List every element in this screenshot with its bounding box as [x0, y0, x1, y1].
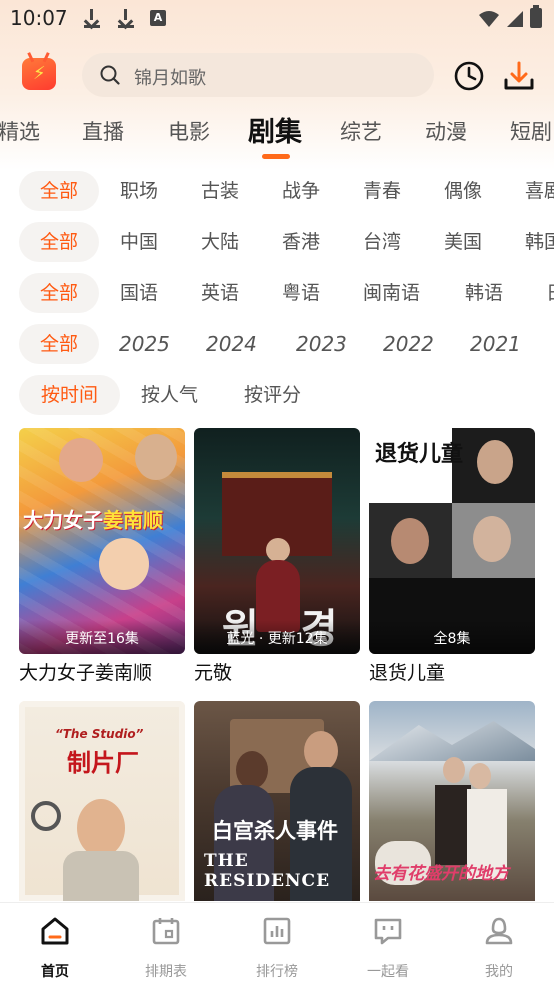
nav-label: 排行榜: [256, 964, 298, 980]
search-placeholder: 锦月如歌: [134, 68, 206, 89]
show-card[interactable]: 去有花盛开的地方: [369, 701, 535, 901]
filter-row-genre: 全部 职场 古装 战争 青春 偶像 喜剧: [0, 171, 554, 211]
filter-chip[interactable]: 中国: [120, 222, 158, 262]
filter-chip[interactable]: 韩国: [525, 222, 554, 262]
status-time: 10:07: [10, 6, 68, 30]
nav-label: 一起看: [367, 964, 409, 980]
profile-icon: [485, 917, 513, 945]
filter-chip[interactable]: 喜剧: [525, 171, 554, 211]
text-notification-icon: A: [150, 10, 166, 26]
filter-chip[interactable]: 韩语: [465, 273, 503, 313]
home-icon: [41, 917, 69, 945]
battery-icon: [530, 5, 542, 28]
filter-chip[interactable]: 古装: [201, 171, 239, 211]
filter-chip[interactable]: 偶像: [444, 171, 482, 211]
filter-chip[interactable]: 粤语: [282, 273, 320, 313]
filter-chip[interactable]: 国语: [120, 273, 158, 313]
download-icon[interactable]: [503, 60, 535, 92]
filter-chip[interactable]: 2024: [206, 324, 257, 364]
active-tab-indicator: [262, 154, 290, 159]
filter-chip[interactable]: 大陆: [201, 222, 239, 262]
show-poster: 白宫杀人事件 THE RESIDENCE: [194, 701, 360, 901]
chat-icon: [374, 918, 402, 945]
calendar-icon: [152, 918, 180, 945]
history-icon[interactable]: [453, 60, 485, 92]
filter-chip[interactable]: 职场: [120, 171, 158, 211]
filter-row-region: 全部 中国 大陆 香港 台湾 美国 韩国: [0, 222, 554, 262]
episode-badge: 更新至16集: [19, 620, 185, 654]
filter-chip[interactable]: 2023: [296, 324, 347, 364]
filter-chip[interactable]: 日: [546, 273, 554, 313]
filter-chip[interactable]: 青春: [363, 171, 401, 211]
show-card[interactable]: 白宫杀人事件 THE RESIDENCE: [194, 701, 360, 901]
show-poster: 退货儿童 全8集: [369, 428, 535, 654]
show-title: 大力女子姜南顺: [19, 662, 153, 684]
sort-chip[interactable]: 按评分: [244, 375, 301, 415]
filter-chip[interactable]: 2021: [470, 324, 521, 364]
nav-schedule[interactable]: 排期表: [116, 915, 216, 981]
signal-icon: [507, 11, 523, 27]
nav-home[interactable]: 首页: [5, 915, 105, 981]
bottom-navigation: 首页 排期表 排行榜 一起看 我的: [0, 902, 554, 984]
wifi-icon: [479, 11, 499, 27]
filter-chip[interactable]: 2025: [119, 324, 170, 364]
tab-anime[interactable]: 动漫: [425, 116, 467, 146]
poster-title-text: 退货儿童: [375, 441, 464, 467]
filter-chip[interactable]: 英语: [201, 273, 239, 313]
episode-badge: 蓝光 · 更新12集: [194, 620, 360, 654]
nav-label: 首页: [41, 964, 69, 980]
show-card[interactable]: “The Studio” 制片厂: [19, 701, 185, 901]
filter-chip[interactable]: 香港: [282, 222, 320, 262]
poster-title-text: 制片厂: [67, 749, 139, 777]
sort-chip[interactable]: 按人气: [141, 375, 198, 415]
show-poster: 大力女子姜南顺 更新至16集: [19, 428, 185, 654]
filter-row-sort: 按时间 按人气 按评分: [0, 375, 554, 415]
filter-chip[interactable]: 美国: [444, 222, 482, 262]
nav-ranking[interactable]: 排行榜: [227, 915, 327, 981]
filter-chip[interactable]: 全部: [19, 171, 99, 211]
nav-profile[interactable]: 我的: [449, 915, 549, 981]
episode-badge: 全8集: [369, 620, 535, 654]
filter-chip[interactable]: 全部: [19, 273, 99, 313]
nav-label: 排期表: [145, 964, 187, 980]
filter-row-year: 全部 2025 2024 2023 2022 2021: [0, 324, 554, 364]
tab-live[interactable]: 直播: [82, 116, 124, 146]
filter-chip[interactable]: 全部: [19, 324, 99, 364]
search-icon: [100, 65, 120, 85]
nav-label: 我的: [485, 964, 513, 980]
tab-short-drama[interactable]: 短剧: [510, 116, 552, 146]
show-poster: 去有花盛开的地方: [369, 701, 535, 901]
nav-watch-together[interactable]: 一起看: [338, 915, 438, 981]
sort-chip[interactable]: 按时间: [19, 375, 120, 415]
filter-chip[interactable]: 全部: [19, 222, 99, 262]
show-poster: 원 경 蓝光 · 更新12集: [194, 428, 360, 654]
ranking-icon: [263, 917, 291, 945]
app-logo[interactable]: ⚡: [22, 58, 56, 90]
show-card[interactable]: 退货儿童 全8集 退货儿童: [369, 428, 535, 685]
category-tabs: 精选 直播 电影 剧集 综艺 动漫 短剧: [0, 110, 554, 160]
filter-row-language: 全部 国语 英语 粤语 闽南语 韩语 日: [0, 273, 554, 313]
tab-featured[interactable]: 精选: [0, 116, 40, 146]
filter-chip[interactable]: 台湾: [363, 222, 401, 262]
filter-chip[interactable]: 战争: [282, 171, 320, 211]
status-bar: 10:07 A: [0, 0, 554, 38]
poster-title-text: 去有花盛开的地方: [373, 864, 509, 884]
tab-movies[interactable]: 电影: [168, 116, 210, 146]
poster-title-text: 白宫杀人事件: [212, 818, 338, 843]
show-title: 退货儿童: [369, 662, 446, 684]
poster-subtitle: THE RESIDENCE: [204, 851, 331, 891]
show-card[interactable]: 大力女子姜南顺 更新至16集 大力女子姜南顺: [19, 428, 185, 685]
show-title: 元敬: [194, 662, 233, 684]
download-notification-icon: [116, 8, 136, 28]
poster-subtitle: “The Studio”: [55, 727, 144, 741]
filter-chip[interactable]: 闽南语: [363, 273, 420, 313]
filter-chip[interactable]: 2022: [383, 324, 434, 364]
tab-variety[interactable]: 综艺: [340, 116, 382, 146]
show-poster: “The Studio” 制片厂: [19, 701, 185, 901]
search-input[interactable]: 锦月如歌: [82, 53, 434, 97]
download-notification-icon: [82, 8, 102, 28]
tab-series[interactable]: 剧集: [248, 110, 302, 149]
show-card[interactable]: 원 경 蓝光 · 更新12集 元敬: [194, 428, 360, 685]
